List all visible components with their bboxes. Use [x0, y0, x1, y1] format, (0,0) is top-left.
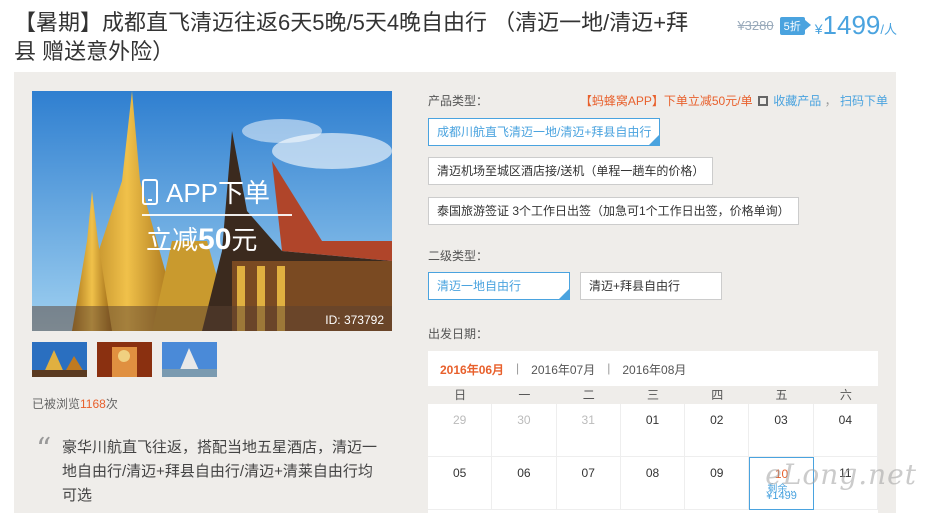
page-title: 【暑期】成都直飞清迈往返6天5晚/5天4晚自由行 （清迈一地/清迈+拜县 赠送意… — [14, 10, 689, 64]
view-count: 1168 — [80, 397, 106, 411]
product-type-label: 产品类型： — [428, 94, 489, 108]
highlight-text: 豪华川航直飞往返，搭配当地五星酒店，清迈一地自由行/清迈+拜县自由行/清迈+清莱… — [62, 439, 378, 504]
month-tab-3[interactable]: 2016年08月 — [622, 361, 686, 378]
subtype-option-2[interactable]: 清迈+拜县自由行 — [580, 272, 722, 300]
calendar-day: 03 — [749, 404, 814, 457]
product-type-option-1[interactable]: 成都川航直飞清迈一地/清迈+拜县自由行 — [428, 118, 661, 146]
quote-mark-icon: “ — [36, 432, 52, 467]
original-price: ¥3280 — [737, 18, 774, 33]
month-tabs: 2016年06月 | 2016年07月 | 2016年08月 — [440, 361, 687, 378]
calendar-day: 08 — [620, 457, 686, 510]
collect-link[interactable]: 收藏产品 — [773, 94, 821, 108]
qr-code-icon — [757, 96, 768, 106]
month-tab-1[interactable]: 2016年06月 — [440, 361, 504, 378]
currency-symbol: ¥ — [814, 21, 823, 37]
subtype-label: 二级类型： — [428, 249, 489, 263]
product-type-option-3[interactable]: 泰国旅游签证 3个工作日出签（加急可1个工作日出签，价格单询） — [428, 197, 799, 225]
calendar-day: 06 — [492, 457, 557, 510]
departure-date-label: 出发日期： — [428, 327, 489, 341]
calendar-grid: 29 30 31 01 02 03 04 05 06 07 08 09 10 剩… — [428, 404, 878, 510]
discount-badge: 5折 — [779, 16, 811, 35]
calendar-day: 30 — [492, 404, 557, 457]
calendar-day: 04 — [813, 404, 878, 457]
view-counter: 已被浏览1168次 — [32, 397, 118, 411]
product-panel: APP下单 立减50元 ID: 373792 已被浏览1168次 “ 豪华川航直… — [14, 72, 896, 513]
image-id: ID: 373792 — [325, 313, 384, 327]
hero-image[interactable]: APP下单 立减50元 ID: 373792 — [32, 91, 392, 331]
calendar-day: 31 — [556, 404, 621, 457]
phone-icon — [142, 178, 158, 205]
thumbnail-1[interactable] — [32, 342, 87, 377]
price-value: 1499 — [822, 10, 881, 40]
app-promo-discount: 立减50元 — [146, 223, 258, 256]
weekday-header: 日一二三四五六 — [428, 386, 878, 404]
price-box: ¥3280 5折 ¥1499/人 — [737, 10, 897, 41]
promo-bar: 【蚂蜂窝APP】下单立减50元/单 收藏产品 ， 扫码下单 — [579, 94, 888, 108]
product-type-option-2[interactable]: 清迈机场至城区酒店接/送机（单程一趟车的价格） — [428, 157, 714, 185]
thumbnail-3[interactable] — [162, 342, 217, 377]
calendar-day: 09 — [685, 457, 750, 510]
current-price: ¥1499/人 — [815, 10, 897, 41]
day-price: ¥1499 — [766, 490, 797, 502]
app-promo-title: APP下单 — [166, 178, 271, 208]
calendar-day: 05 — [428, 457, 493, 510]
calendar-day: 07 — [556, 457, 621, 510]
watermark: eLong.net — [765, 458, 917, 491]
calendar-day: 02 — [685, 404, 750, 457]
month-tab-2[interactable]: 2016年07月 — [531, 361, 595, 378]
scan-order-link[interactable]: 扫码下单 — [840, 94, 888, 108]
app-promo-badge: APP下单 立减50元 — [142, 173, 292, 257]
price-unit: /人 — [880, 22, 897, 37]
product-highlight: “ 豪华川航直飞往返，搭配当地五星酒店，清迈一地自由行/清迈+拜县自由行/清迈+… — [34, 432, 379, 508]
calendar-day: 01 — [620, 404, 686, 457]
thumbnail-2[interactable] — [97, 342, 152, 377]
calendar-day: 29 — [428, 404, 493, 457]
app-promo-link[interactable]: 【蚂蜂窝APP】下单立减50元/单 — [580, 94, 753, 108]
subtype-option-1[interactable]: 清迈一地自由行 — [428, 272, 570, 300]
thumbnail-strip — [32, 342, 217, 377]
